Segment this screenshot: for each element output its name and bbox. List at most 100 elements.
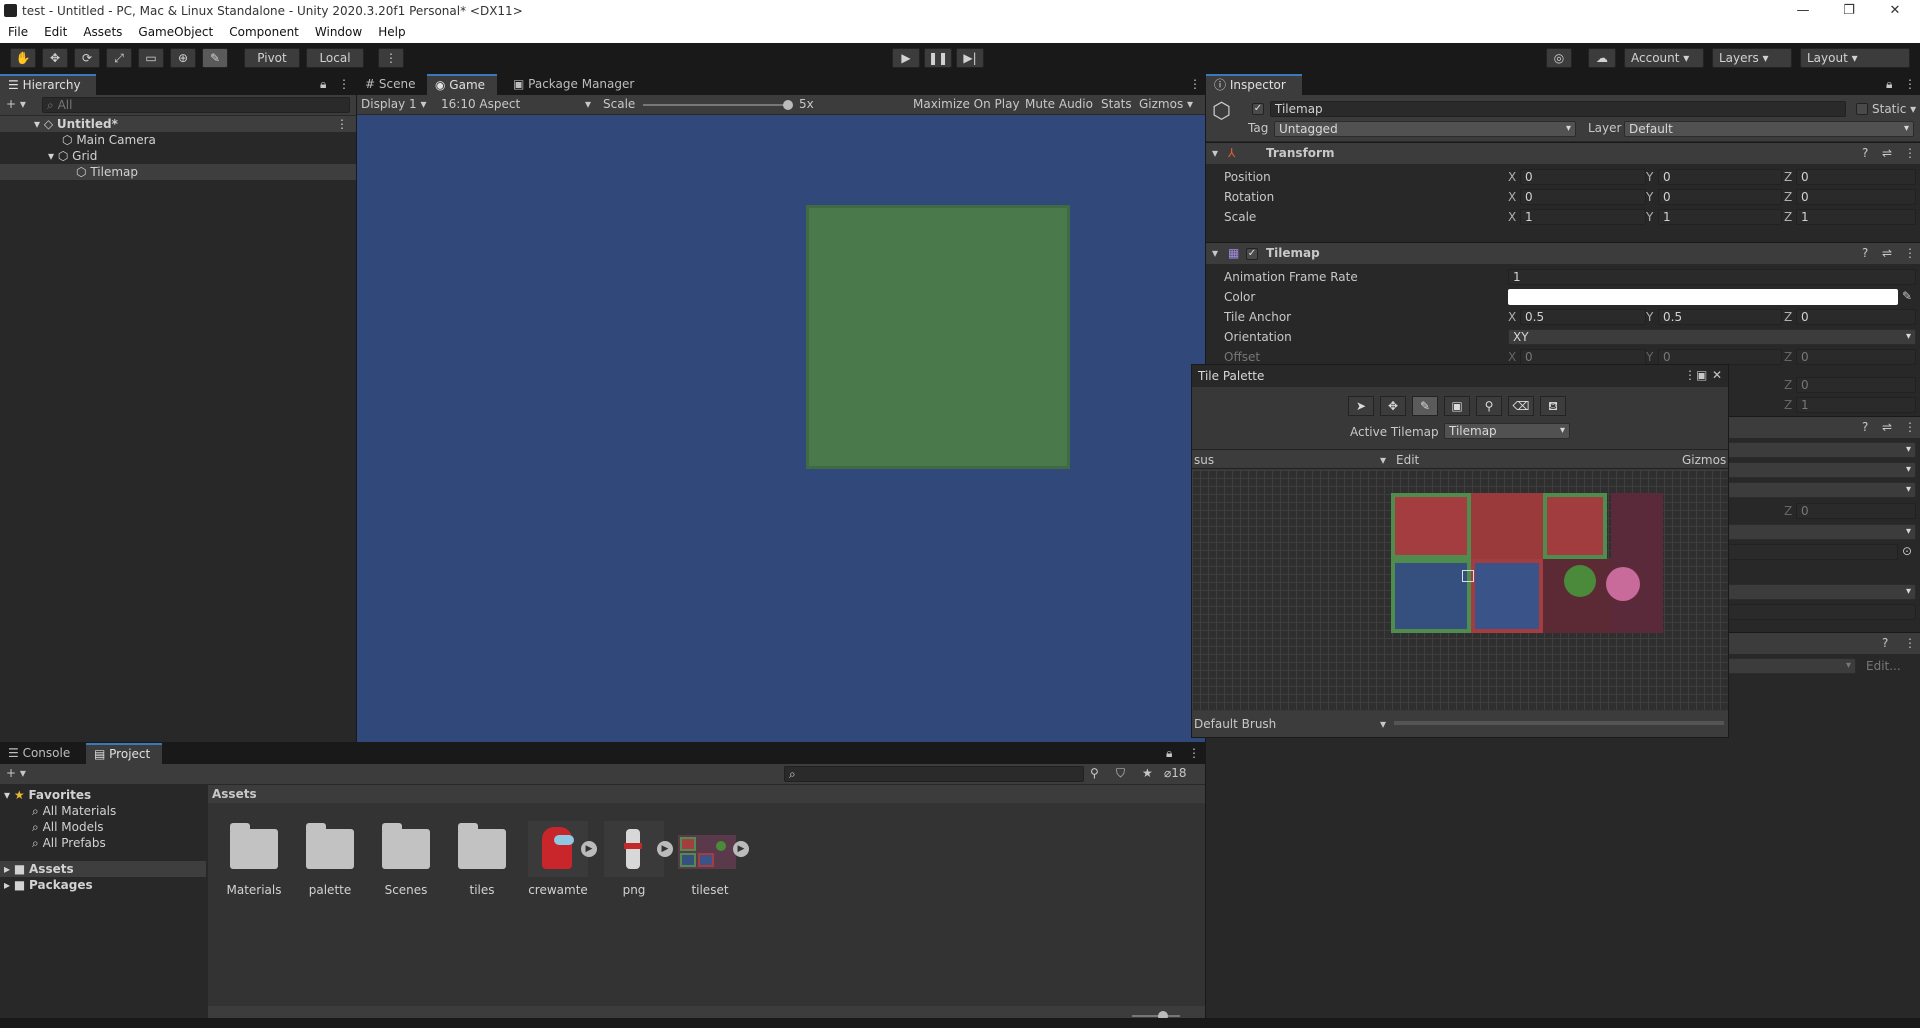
fav-all-models[interactable]: ⌕ All Models	[32, 819, 104, 835]
hierarchy-item-main-camera[interactable]: ⬡ Main Camera	[0, 132, 356, 148]
offset-x-field[interactable]: 0	[1520, 349, 1646, 365]
grid-snap-icon[interactable]: ⋮	[378, 48, 404, 68]
transform-tool-icon[interactable]: ⊕	[170, 48, 196, 68]
active-checkbox[interactable]: ✓	[1252, 103, 1264, 115]
picker-icon[interactable]: ⚲	[1476, 396, 1502, 416]
position-y-field[interactable]: 0	[1658, 169, 1782, 185]
folder-icon[interactable]	[230, 823, 278, 869]
favorites-row[interactable]: ▾ ★ Favorites	[4, 787, 91, 803]
thumbnail-size-slider[interactable]	[1132, 1015, 1180, 1017]
color-swatch[interactable]	[1508, 289, 1898, 305]
hidden-dropdown-4[interactable]	[1702, 524, 1916, 540]
menu-assets[interactable]: Assets	[75, 22, 130, 39]
preset-icon[interactable]: ⇌	[1882, 246, 1892, 260]
tab-package-manager[interactable]: ▣ Package Manager	[505, 74, 645, 95]
palette-tile[interactable]	[1391, 493, 1471, 559]
select-tool-icon[interactable]: ➤	[1348, 396, 1374, 416]
palette-tile[interactable]	[1471, 559, 1543, 633]
eyedropper-icon[interactable]: ✎	[1902, 289, 1912, 303]
active-tilemap-dropdown[interactable]: Tilemap	[1444, 423, 1570, 439]
brush-splitter[interactable]	[1394, 721, 1724, 725]
tab-project[interactable]: ▤ Project	[86, 743, 162, 764]
tilemap-enabled-checkbox[interactable]: ✓	[1246, 248, 1258, 260]
account-dropdown[interactable]: Account ▾	[1624, 48, 1704, 68]
maximize-button[interactable]: ❐	[1826, 0, 1872, 22]
menu-edit[interactable]: Edit	[36, 22, 75, 39]
minimize-button[interactable]: —	[1780, 0, 1826, 22]
layers-dropdown[interactable]: Layers ▾	[1712, 48, 1792, 68]
tab-inspector[interactable]: ⓘ Inspector	[1206, 74, 1302, 95]
palette-grid[interactable]	[1192, 470, 1728, 710]
hierarchy-search-input[interactable]: ⌕ All	[42, 97, 350, 113]
scale-slider-handle[interactable]	[783, 100, 793, 110]
more-icon[interactable]: ⋮	[1684, 368, 1696, 382]
component-menu-icon[interactable]: ⋮	[1904, 146, 1916, 160]
help-icon[interactable]: ?	[1862, 146, 1868, 160]
crewmate-sprite-thumbnail[interactable]	[528, 821, 588, 877]
scale-tool-icon[interactable]: ⤢	[106, 48, 132, 68]
tab-game[interactable]: ◉ Game	[427, 74, 497, 95]
hierarchy-item-grid[interactable]: ▾ ⬡ Grid	[0, 148, 356, 164]
tilemap-component-header[interactable]: ▾ ▦ ✓ Tilemap ? ⇌ ⋮	[1206, 242, 1920, 264]
hidden-dropdown-1[interactable]	[1702, 442, 1916, 458]
menu-window[interactable]: Window	[307, 22, 370, 39]
preset-icon[interactable]: ⇌	[1882, 420, 1892, 434]
help-icon[interactable]: ?	[1882, 636, 1888, 650]
foldout-arrow-icon[interactable]: ▾	[1212, 246, 1218, 260]
palette-tile[interactable]	[1543, 493, 1607, 559]
folder-icon[interactable]	[458, 823, 506, 869]
object-name-field[interactable]: Tilemap	[1270, 101, 1846, 117]
game-render-area[interactable]	[357, 115, 1205, 742]
palette-tile[interactable]	[1391, 559, 1471, 633]
add-icon[interactable]: + ▾	[6, 97, 26, 111]
maximize-on-play-toggle[interactable]: Maximize On Play	[913, 97, 1020, 111]
pause-button[interactable]: ❚❚	[924, 48, 952, 68]
rotation-x-field[interactable]: 0	[1520, 189, 1646, 205]
paint-brush-icon[interactable]: ✎	[1412, 396, 1438, 416]
mute-audio-toggle[interactable]: Mute Audio	[1025, 97, 1093, 111]
hidden-dropdown-3[interactable]	[1702, 482, 1916, 498]
position-x-field[interactable]: 0	[1520, 169, 1646, 185]
tree-assets[interactable]: ▸ ■ Assets	[0, 861, 206, 877]
expand-sprite-icon[interactable]: ▶	[581, 841, 597, 857]
local-toggle[interactable]: Local	[306, 48, 364, 68]
layer-dropdown[interactable]: Default	[1624, 121, 1914, 137]
add-asset-icon[interactable]: + ▾	[6, 766, 26, 780]
play-button[interactable]: ▶	[892, 48, 920, 68]
hidden-z-field-2[interactable]: 1	[1796, 397, 1916, 413]
hidden-field[interactable]	[1702, 604, 1916, 620]
more-icon[interactable]: ⋮	[1188, 746, 1200, 760]
edit-button[interactable]: Edit...	[1866, 659, 1901, 673]
static-dropdown[interactable]: Static ▾	[1872, 102, 1916, 116]
hidden-count[interactable]: ⌀18	[1164, 766, 1187, 780]
more-icon[interactable]: ⋮	[1189, 77, 1201, 91]
layout-dropdown[interactable]: Layout ▾	[1800, 48, 1910, 68]
foldout-arrow-icon[interactable]: ▾	[1212, 146, 1218, 160]
animation-frame-rate-field[interactable]: 1	[1508, 269, 1916, 285]
folder-icon[interactable]	[306, 823, 354, 869]
lock-icon[interactable]: 🔒︎	[1886, 77, 1892, 92]
box-fill-icon[interactable]: ▣	[1444, 396, 1470, 416]
project-search-input[interactable]: ⌕	[784, 766, 1084, 782]
close-button[interactable]: ✕	[1872, 0, 1918, 22]
folder-icon[interactable]	[382, 823, 430, 869]
eraser-icon[interactable]: ⌫	[1508, 396, 1534, 416]
target-icon[interactable]: ⊙	[1902, 544, 1912, 558]
collab-icon[interactable]: ◎	[1546, 48, 1572, 68]
offset-z-field[interactable]: 0	[1796, 349, 1916, 365]
rect-tool-icon[interactable]: ▭	[138, 48, 164, 68]
rotate-tool-icon[interactable]: ⟳	[74, 48, 100, 68]
rotation-y-field[interactable]: 0	[1658, 189, 1782, 205]
gizmos-toggle[interactable]: Gizmos ▾	[1139, 97, 1193, 111]
breadcrumb[interactable]: Assets	[212, 787, 257, 801]
close-icon[interactable]: ✕	[1712, 368, 1722, 382]
asset-crewamte[interactable]: crewamte	[520, 883, 596, 897]
tab-scene[interactable]: # Scene	[357, 74, 427, 95]
scale-slider[interactable]	[643, 104, 789, 106]
scale-y-field[interactable]: 1	[1658, 209, 1782, 225]
palette-tile[interactable]	[1611, 493, 1663, 633]
pivot-toggle[interactable]: Pivot	[244, 48, 300, 68]
tab-console[interactable]: ☰ Console	[0, 743, 86, 764]
scale-z-field[interactable]: 1	[1796, 209, 1916, 225]
filter-type-icon[interactable]: ⚲	[1090, 766, 1099, 780]
